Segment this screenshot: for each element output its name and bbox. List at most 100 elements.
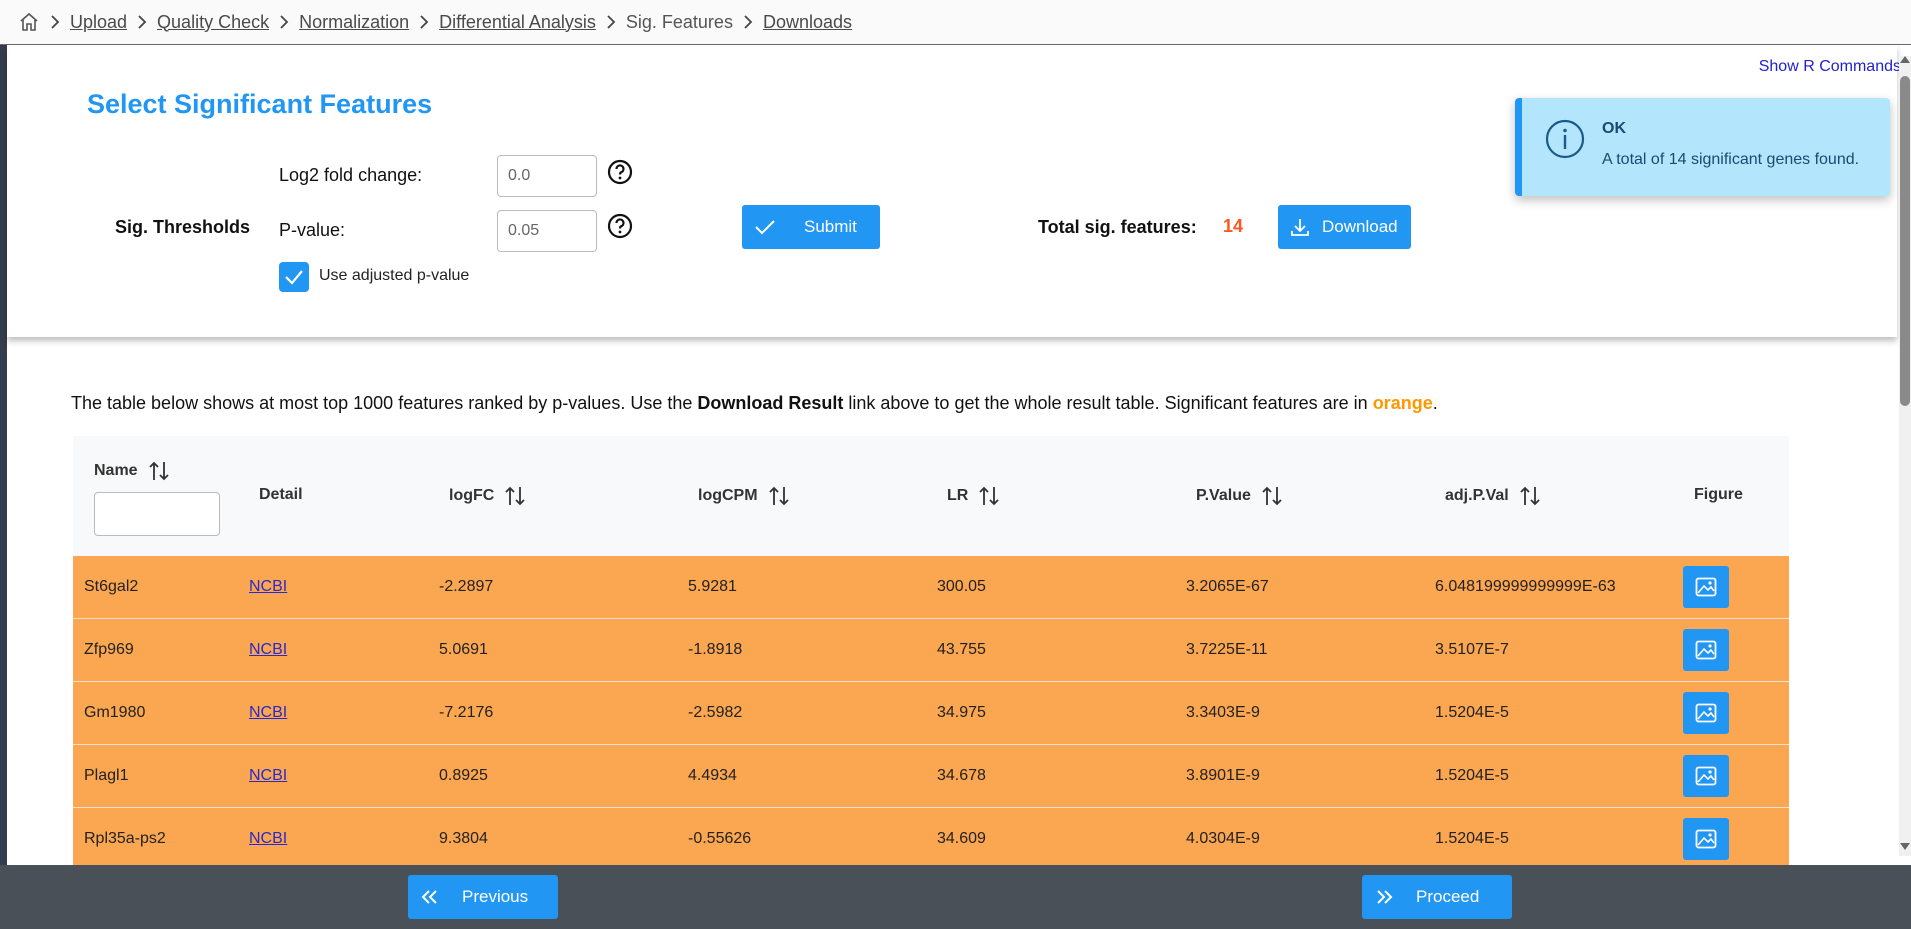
show-r-commands-link[interactable]: Show R Commands xyxy=(1759,58,1901,76)
info-icon xyxy=(1545,119,1585,159)
cell-adjpval: 1.5204E-5 xyxy=(1435,830,1509,847)
image-icon xyxy=(1695,829,1717,849)
breadcrumb-item-quality-check[interactable]: Quality Check xyxy=(127,12,269,33)
previous-button[interactable]: Previous xyxy=(408,875,558,919)
figure-button[interactable] xyxy=(1683,755,1729,797)
proceed-button[interactable]: Proceed xyxy=(1362,875,1512,919)
download-icon xyxy=(1288,217,1312,237)
ncbi-link[interactable]: NCBI xyxy=(249,641,287,659)
column-header-adjpval[interactable]: adj.P.Val xyxy=(1445,485,1541,507)
check-icon xyxy=(285,270,303,285)
cell-lr: 300.05 xyxy=(937,578,986,595)
column-header-label: adj.P.Val xyxy=(1445,487,1509,504)
breadcrumb-link[interactable]: Differential Analysis xyxy=(439,12,596,33)
figure-button[interactable] xyxy=(1683,692,1729,734)
column-header-lr[interactable]: LR xyxy=(947,485,1000,507)
cell-name: Rpl35a-ps2 xyxy=(84,830,166,847)
pvalue-input[interactable]: 0.05 xyxy=(497,210,597,252)
home-icon[interactable] xyxy=(18,11,40,33)
column-header-logcpm[interactable]: logCPM xyxy=(698,485,790,507)
figure-button[interactable] xyxy=(1683,566,1729,608)
breadcrumb-item-normalization[interactable]: Normalization xyxy=(269,12,409,33)
cell-lr: 34.975 xyxy=(937,704,986,721)
table-header: Name Detail logFC logCPM LR P.Value adj.… xyxy=(73,436,1789,556)
chevron-right-icon xyxy=(127,15,157,29)
help-icon[interactable] xyxy=(607,159,633,185)
column-header-pvalue[interactable]: P.Value xyxy=(1196,485,1283,507)
figure-button[interactable] xyxy=(1683,629,1729,671)
cell-pvalue: 4.0304E-9 xyxy=(1186,830,1260,847)
total-sig-label: Total sig. features: xyxy=(1038,217,1197,237)
success-toast: OK A total of 14 significant genes found… xyxy=(1515,98,1890,196)
intro-text: . xyxy=(1432,393,1438,413)
cell-logcpm: -0.55626 xyxy=(688,830,752,847)
scrollbar-thumb[interactable] xyxy=(1900,76,1910,406)
scroll-up-icon[interactable] xyxy=(1900,56,1910,63)
figure-button[interactable] xyxy=(1683,818,1729,860)
image-icon xyxy=(1695,640,1717,660)
cell-logfc: 9.3804 xyxy=(439,830,488,847)
sort-icon[interactable] xyxy=(1261,485,1283,507)
cell-pvalue: 3.8901E-9 xyxy=(1186,767,1260,784)
sort-icon[interactable] xyxy=(148,460,170,482)
proceed-label: Proceed xyxy=(1416,887,1480,906)
sort-icon[interactable] xyxy=(504,485,526,507)
pvalue-label: P-value: xyxy=(279,220,346,240)
chevron-right-icon xyxy=(409,15,439,29)
sig-thresholds-label: Sig. Thresholds xyxy=(115,217,251,237)
cell-adjpval: 1.5204E-5 xyxy=(1435,704,1509,721)
cell-logcpm: -1.8918 xyxy=(688,641,743,658)
cell-name: Zfp969 xyxy=(84,641,134,658)
ncbi-link[interactable]: NCBI xyxy=(249,704,287,722)
log2fc-input[interactable]: 0.0 xyxy=(497,155,597,197)
cell-name: Plagl1 xyxy=(84,767,129,784)
intro-orange-text: orange xyxy=(1372,393,1433,413)
breadcrumb-link[interactable]: Upload xyxy=(70,12,127,33)
column-header-name[interactable]: Name xyxy=(94,460,170,482)
submit-button[interactable]: Submit xyxy=(742,205,880,249)
image-icon xyxy=(1695,703,1717,723)
toast-title: OK xyxy=(1602,120,1626,137)
cell-adjpval: 6.048199999999999E-63 xyxy=(1435,578,1616,595)
use-adjusted-checkbox[interactable] xyxy=(279,262,309,292)
image-icon xyxy=(1695,577,1717,597)
cell-pvalue: 3.3403E-9 xyxy=(1186,704,1260,721)
table-intro-text: The table below shows at most top 1000 f… xyxy=(71,393,1438,414)
ncbi-link[interactable]: NCBI xyxy=(249,578,287,596)
results-table: Name Detail logFC logCPM LR P.Value adj.… xyxy=(73,436,1789,871)
sort-icon[interactable] xyxy=(768,485,790,507)
name-filter-input[interactable] xyxy=(94,492,220,536)
breadcrumb-item-downloads[interactable]: Downloads xyxy=(733,12,852,33)
download-label: Download xyxy=(1322,217,1398,236)
breadcrumb-item-sig-features: Sig. Features xyxy=(596,12,733,33)
scroll-down-icon[interactable] xyxy=(1900,843,1910,850)
check-icon xyxy=(752,219,778,235)
previous-label: Previous xyxy=(462,887,529,906)
page-title: Select Significant Features xyxy=(87,89,433,119)
intro-bold-text: Download Result xyxy=(697,393,844,413)
ncbi-link[interactable]: NCBI xyxy=(249,830,287,848)
breadcrumb-item-differential-analysis[interactable]: Differential Analysis xyxy=(409,12,596,33)
breadcrumb-item-upload[interactable]: Upload xyxy=(40,12,127,33)
image-icon xyxy=(1695,766,1717,786)
sort-icon[interactable] xyxy=(978,485,1000,507)
chevron-right-icon xyxy=(596,15,626,29)
log2fc-label: Log2 fold change: xyxy=(279,165,423,185)
cell-pvalue: 3.2065E-67 xyxy=(1186,578,1269,595)
chevron-right-icon xyxy=(733,15,763,29)
ncbi-link[interactable]: NCBI xyxy=(249,767,287,785)
table-row: St6gal2 NCBI -2.2897 5.9281 300.05 3.206… xyxy=(73,556,1789,619)
table-row: Rpl35a-ps2 NCBI 9.3804 -0.55626 34.609 4… xyxy=(73,808,1789,871)
breadcrumb-link[interactable]: Downloads xyxy=(763,12,852,33)
chevron-right-icon xyxy=(40,15,70,29)
column-header-logfc[interactable]: logFC xyxy=(449,485,526,507)
help-icon[interactable] xyxy=(607,213,633,239)
download-button[interactable]: Download xyxy=(1278,205,1411,249)
intro-text: link above to get the whole result table… xyxy=(843,393,1373,413)
column-header-label: logFC xyxy=(449,487,495,504)
cell-lr: 34.678 xyxy=(937,767,986,784)
breadcrumb-link[interactable]: Quality Check xyxy=(157,12,269,33)
breadcrumb-link[interactable]: Normalization xyxy=(299,12,409,33)
cell-adjpval: 3.5107E-7 xyxy=(1435,641,1509,658)
sort-icon[interactable] xyxy=(1519,485,1541,507)
